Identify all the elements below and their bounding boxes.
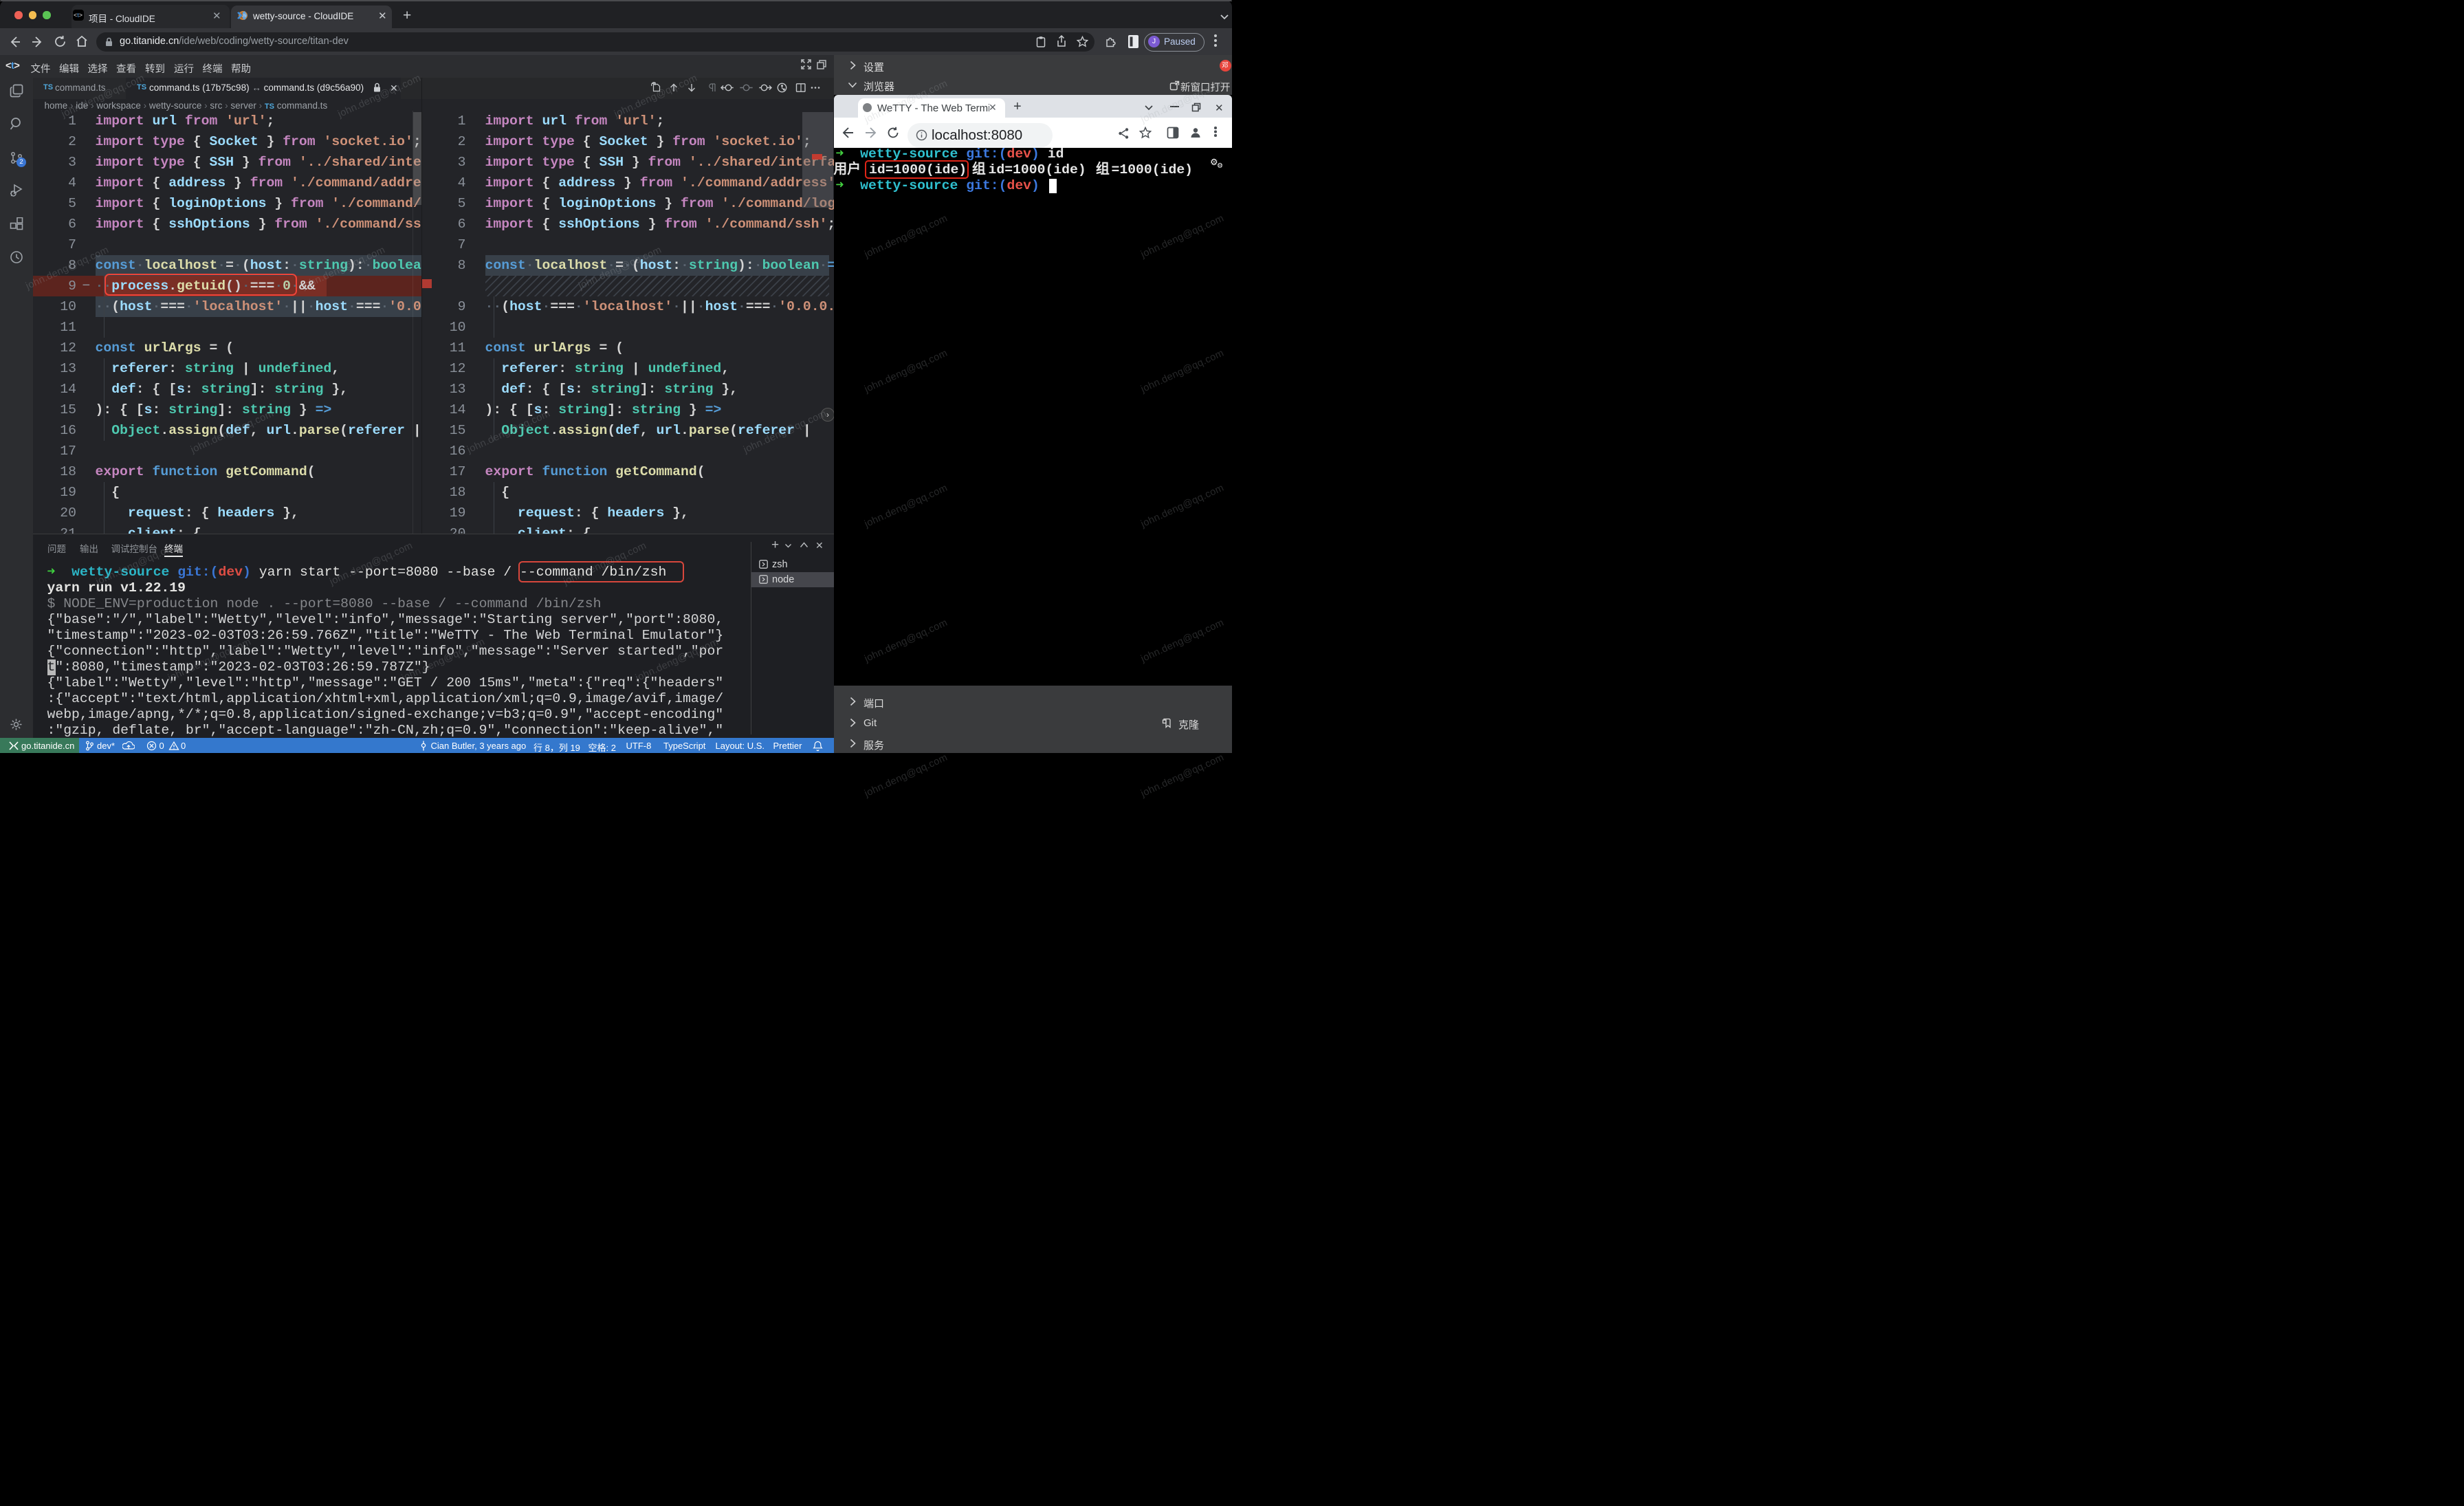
svg-text:JS: JS	[242, 14, 247, 19]
